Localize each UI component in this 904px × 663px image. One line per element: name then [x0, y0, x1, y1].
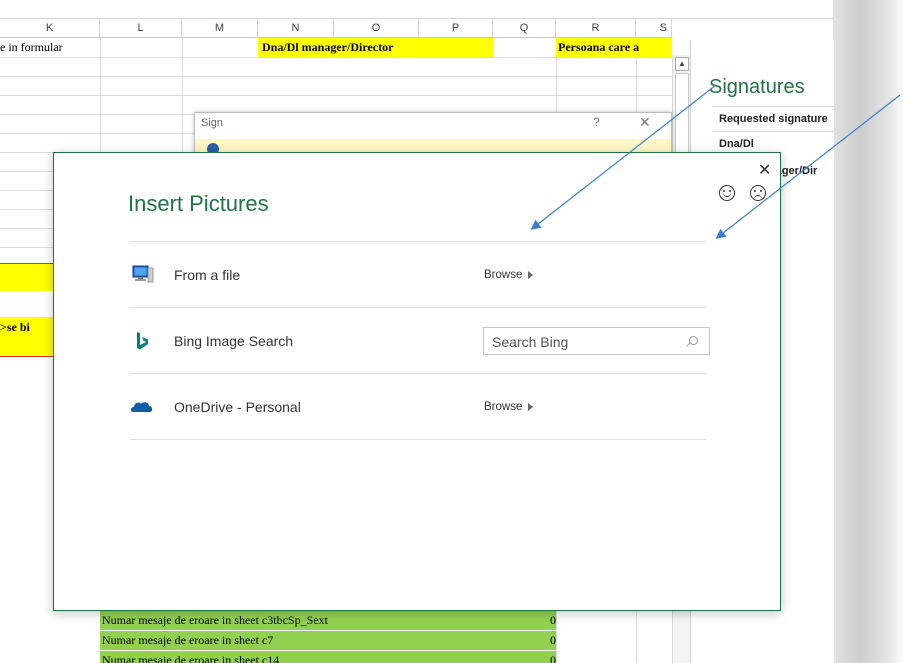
column-header-l[interactable]: L	[100, 19, 182, 38]
column-header-q[interactable]: Q	[493, 19, 556, 38]
grid-line	[0, 95, 672, 96]
cell-r1[interactable]: Persoana care a	[556, 38, 672, 57]
column-header-k[interactable]: K	[0, 19, 100, 38]
from-file-label: From a file	[174, 267, 241, 283]
onedrive-label: OneDrive - Personal	[174, 399, 301, 415]
grid-line	[0, 57, 672, 58]
column-header-m[interactable]: M	[182, 19, 258, 38]
row-label: Numar mesaje de eroare in sheet c14	[102, 653, 280, 663]
signatures-title: Signatures	[709, 76, 805, 98]
row-value: 0	[540, 631, 556, 650]
table-row[interactable]: Numar mesaje de eroare in sheet c14	[100, 651, 556, 663]
bing-search-input[interactable]	[490, 332, 684, 352]
onedrive-icon	[130, 402, 153, 412]
sign-dialog-title: Sign	[201, 117, 224, 129]
divider	[130, 439, 706, 440]
divider	[713, 106, 834, 107]
from-file-row[interactable]: From a file Browse	[130, 247, 706, 307]
cell-k-red[interactable]: >se bi	[0, 318, 56, 337]
highlight-cell[interactable]	[0, 263, 56, 291]
frown-icon[interactable]	[750, 185, 766, 201]
divider	[130, 241, 706, 242]
help-button[interactable]: ?	[593, 115, 600, 129]
divider	[130, 307, 706, 308]
browse-label: Browse	[484, 269, 523, 281]
table-row[interactable]: Numar mesaje de eroare in sheet c3tbcSp_…	[100, 611, 556, 630]
divider	[713, 131, 834, 132]
insert-pictures-dialog: ✕ Insert Pictures From a file Browse Bin…	[53, 152, 781, 611]
chevron-right-icon	[528, 270, 534, 279]
column-header-p[interactable]: P	[419, 19, 493, 38]
dialog-title: Insert Pictures	[128, 191, 269, 216]
grid-line	[0, 76, 672, 77]
bing-label: Bing Image Search	[174, 333, 294, 349]
onedrive-row[interactable]: OneDrive - Personal Browse	[130, 379, 706, 439]
signer-name[interactable]: Dna/Dl	[719, 138, 754, 150]
close-icon[interactable]: ✕	[758, 160, 771, 180]
row-label: Numar mesaje de eroare in sheet c3tbcSp_…	[102, 613, 328, 627]
column-header-n[interactable]: N	[258, 19, 334, 38]
row-value: 0	[540, 651, 556, 663]
browse-file-button[interactable]: Browse	[484, 269, 534, 281]
requested-signature-label: Requested signature	[719, 113, 828, 125]
chevron-right-icon	[528, 402, 534, 411]
column-header-s[interactable]: S	[636, 19, 672, 38]
bing-icon	[137, 332, 148, 350]
bing-search-box[interactable]	[483, 327, 710, 355]
cell-k1[interactable]: e in formular	[0, 38, 100, 57]
computer-icon	[132, 265, 154, 283]
browse-onedrive-button[interactable]: Browse	[484, 401, 534, 413]
screenshot: K L M N O P Q R S e in formular Dna/Dl m…	[0, 0, 904, 663]
table-row[interactable]: Numar mesaje de eroare in sheet c7	[100, 631, 556, 650]
scroll-up-icon[interactable]: ▲	[675, 57, 689, 71]
search-icon[interactable]	[689, 336, 698, 345]
smile-icon[interactable]	[719, 185, 735, 201]
row-label: Numar mesaje de eroare in sheet c7	[102, 633, 274, 647]
divider	[130, 373, 706, 374]
frame-shadow	[833, 0, 904, 663]
row-value: 0	[540, 611, 556, 630]
cell-n1[interactable]: Dna/Dl manager/Director	[258, 38, 493, 57]
column-header-r[interactable]: R	[556, 19, 636, 38]
column-header-o[interactable]: O	[334, 19, 419, 38]
browse-label: Browse	[484, 401, 523, 413]
close-button[interactable]: ✕	[639, 114, 651, 131]
bing-search-row: Bing Image Search	[130, 313, 710, 373]
